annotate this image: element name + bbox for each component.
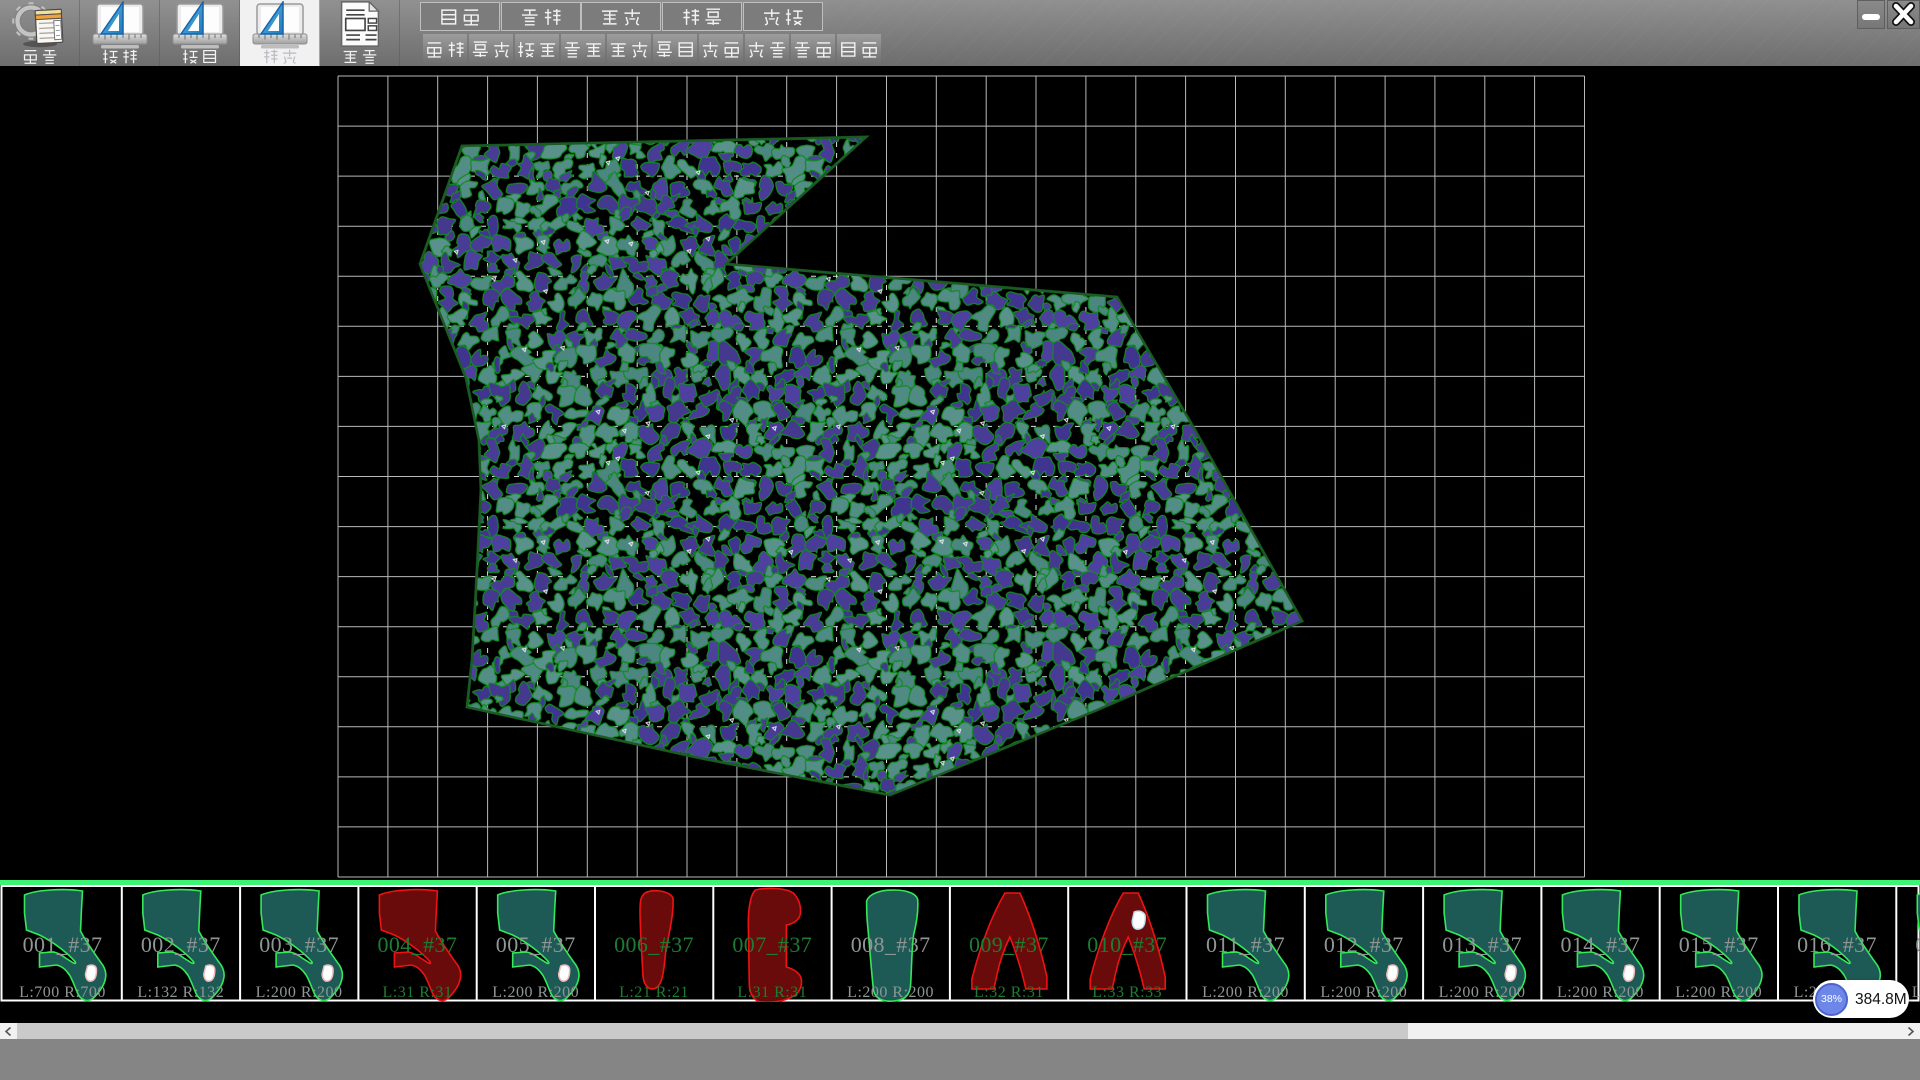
svg-text:L:33 R:33: L:33 R:33 [1092,984,1162,1001]
svg-text:L:200 R:200: L:200 R:200 [1320,984,1407,1001]
svg-text:006_#37: 006_#37 [614,932,694,957]
svg-text:017_#37: 017_#37 [1915,932,1920,957]
svg-text:L:200 R:200: L:200 R:200 [1675,984,1762,1001]
svg-text:L:31 R:31: L:31 R:31 [382,984,452,1001]
svg-text:L:200 R:200: L:200 R:200 [1439,984,1526,1001]
svg-text:L:21 R:21: L:21 R:21 [619,984,689,1001]
svg-text:016_#37: 016_#37 [1797,932,1877,957]
svg-text:009_#37: 009_#37 [969,932,1049,957]
svg-text:L:32 R:31: L:32 R:31 [974,984,1044,1001]
svg-text:L:200 R:200: L:200 R:200 [847,984,934,1001]
svg-text:008_#37: 008_#37 [851,932,931,957]
svg-text:011_#37: 011_#37 [1206,932,1285,957]
svg-text:005_#37: 005_#37 [496,932,576,957]
svg-text:015_#37: 015_#37 [1679,932,1759,957]
svg-text:L:200 R:200: L:200 R:200 [492,984,579,1001]
svg-text:007_#37: 007_#37 [732,932,812,957]
svg-text:004_#37: 004_#37 [377,932,457,957]
svg-text:010_#37: 010_#37 [1087,932,1167,957]
svg-text:L:200 R:200: L:200 R:200 [256,984,343,1001]
svg-text:013_#37: 013_#37 [1442,932,1522,957]
svg-text:L:200 R:200: L:200 R:200 [1912,984,1920,1001]
svg-text:L:700 R:700: L:700 R:700 [19,984,106,1001]
svg-text:012_#37: 012_#37 [1324,932,1404,957]
svg-text:L:31 R:31: L:31 R:31 [737,984,807,1001]
svg-text:002_#37: 002_#37 [141,932,221,957]
svg-text:014_#37: 014_#37 [1560,932,1640,957]
svg-text:003_#37: 003_#37 [259,932,339,957]
svg-text:L:200 R:200: L:200 R:200 [1202,984,1289,1001]
svg-text:L:200 R:200: L:200 R:200 [1557,984,1644,1001]
svg-text:L:132 R:132: L:132 R:132 [137,984,224,1001]
svg-text:001_#37: 001_#37 [23,932,103,957]
